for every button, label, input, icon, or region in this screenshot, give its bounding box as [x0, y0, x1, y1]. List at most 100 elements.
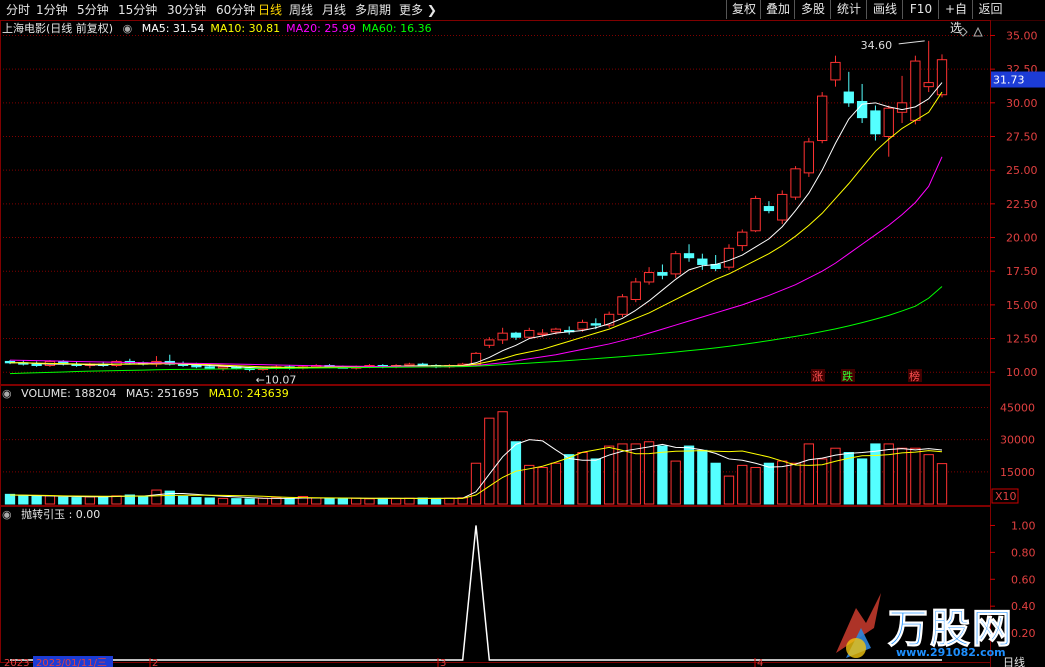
volume-bar	[856, 458, 868, 505]
high-arrow	[898, 40, 925, 45]
bottom-axis-label: 4	[757, 658, 763, 667]
legend-toggle-icon[interactable]: ◉	[2, 387, 12, 400]
volume-bar	[910, 447, 921, 505]
legend-toggle-icon[interactable]: ◉	[123, 22, 133, 35]
candle-body	[830, 61, 841, 81]
volume-bar	[550, 462, 562, 505]
volume-bar	[364, 498, 375, 505]
volume-bar	[817, 458, 828, 505]
volume-bar	[896, 447, 908, 505]
volume-bar	[870, 443, 881, 505]
candle-body	[577, 321, 588, 330]
price-tick-label: 10.00	[1006, 366, 1038, 379]
price-tick-label: 15.00	[1006, 299, 1038, 312]
volume-bar	[111, 495, 122, 505]
volume-bar	[377, 497, 388, 505]
ma-line-MA10	[10, 91, 943, 368]
volume-bar	[177, 495, 189, 505]
tab-1[interactable]: 1分钟	[36, 2, 68, 18]
price-tick-label: 25.00	[1006, 164, 1038, 177]
tab-4[interactable]: 30分钟	[167, 2, 206, 18]
candle-body	[404, 363, 415, 366]
volume-bar	[31, 495, 42, 505]
toolbar-button-0[interactable]: 复权	[726, 0, 761, 19]
volume-bar	[710, 462, 721, 505]
volume-bar	[697, 449, 708, 505]
volume-bar	[590, 458, 601, 505]
tab-9[interactable]: 多周期	[355, 2, 391, 18]
watermark-url: www.291082.com	[896, 646, 1006, 659]
volume-bar	[257, 497, 269, 505]
volume-bar	[444, 497, 455, 505]
candle-body	[936, 59, 948, 96]
ma-legend-3: MA60: 16.36	[361, 22, 432, 35]
volume-bar	[204, 497, 215, 505]
volume-bar	[497, 411, 508, 505]
candle-body	[31, 363, 42, 366]
volume-bar	[58, 496, 69, 505]
toolbar-button-1[interactable]: 叠加	[760, 0, 795, 19]
candle-body	[524, 329, 535, 338]
volume-bar	[537, 467, 548, 505]
candle-body	[763, 206, 775, 212]
volume-bar	[71, 497, 82, 505]
candle-body	[537, 332, 548, 336]
candle-body	[923, 82, 934, 88]
price-legend: 上海电影(日线 前复权) ◉ MA5: 31.54 MA10: 30.81 MA20…	[2, 22, 444, 36]
marker-label: 跌	[842, 369, 853, 383]
candle-body	[777, 193, 788, 221]
tab-0[interactable]: 分时	[6, 2, 30, 18]
volume-bar	[231, 498, 242, 505]
volume-bar	[657, 445, 668, 505]
volume-bar	[470, 462, 482, 505]
candle-body	[657, 272, 668, 276]
tab-7[interactable]: 周线	[289, 2, 313, 18]
candle-body	[191, 364, 202, 368]
tab-6[interactable]: 日线	[258, 2, 282, 18]
volume-unit-label: X10	[995, 490, 1017, 503]
volume-bar	[830, 447, 841, 505]
candle-body	[697, 258, 708, 265]
price-tick-label: 20.00	[1006, 232, 1038, 245]
volume-bar	[683, 445, 695, 505]
toolbar-button-2[interactable]: 多股	[794, 0, 831, 19]
chart-canvas: 35.0032.5030.0027.5025.0022.5020.0017.50…	[0, 20, 1045, 667]
indicator-tick-label: 0.60	[1011, 573, 1036, 586]
volume-bar	[151, 489, 162, 505]
tab-2[interactable]: 5分钟	[77, 2, 109, 18]
candle-body	[896, 102, 908, 113]
volume-ma10: MA10: 243639	[208, 387, 289, 400]
volume-bar	[923, 454, 934, 505]
candle-body	[510, 332, 522, 338]
tab-10[interactable]: 更多 ❯	[399, 2, 437, 18]
marker-label: 榜	[909, 369, 920, 383]
indicator-label: 抛转引玉 : 0.00	[21, 508, 101, 521]
volume-bar	[390, 498, 402, 505]
volume-bar	[217, 497, 229, 505]
legend-toggle-icon[interactable]: ◉	[2, 508, 12, 521]
volume-tick-label: 30000	[1000, 434, 1035, 447]
toolbar-button-3[interactable]: 统计	[830, 0, 867, 19]
current-price-label: 31.73	[993, 74, 1025, 87]
candle-body	[484, 339, 495, 346]
tab-5[interactable]: 60分钟	[216, 2, 255, 18]
tab-3[interactable]: 15分钟	[118, 2, 157, 18]
volume-bar	[790, 462, 801, 505]
toolbar-button-5[interactable]: F10	[902, 0, 939, 19]
tab-8[interactable]: 月线	[322, 2, 346, 18]
toolbar-button-4[interactable]: 画线	[866, 0, 903, 19]
top-toolbar: 分时 1分钟 5分钟 15分钟 30分钟 60分钟 日线 周线 月线 多周期 更多 ❯ 复权 叠加 多股统…	[0, 0, 1045, 35]
candle-body	[643, 272, 655, 283]
candle-body	[803, 141, 815, 174]
indicator-tick-label: 0.80	[1011, 546, 1036, 559]
bottom-axis-label: 2023	[4, 658, 29, 667]
toolbar-button-6[interactable]: +自选	[938, 0, 973, 35]
price-tick-label: 12.50	[1006, 333, 1038, 346]
indicator-line	[10, 525, 942, 661]
toolbar-button-7[interactable]: 返回	[972, 0, 1008, 19]
volume-bar	[351, 497, 362, 505]
low-label: ←10.07	[256, 373, 297, 386]
volume-bar	[643, 441, 655, 505]
volume-bar	[763, 462, 775, 505]
volume-bar	[750, 467, 761, 505]
